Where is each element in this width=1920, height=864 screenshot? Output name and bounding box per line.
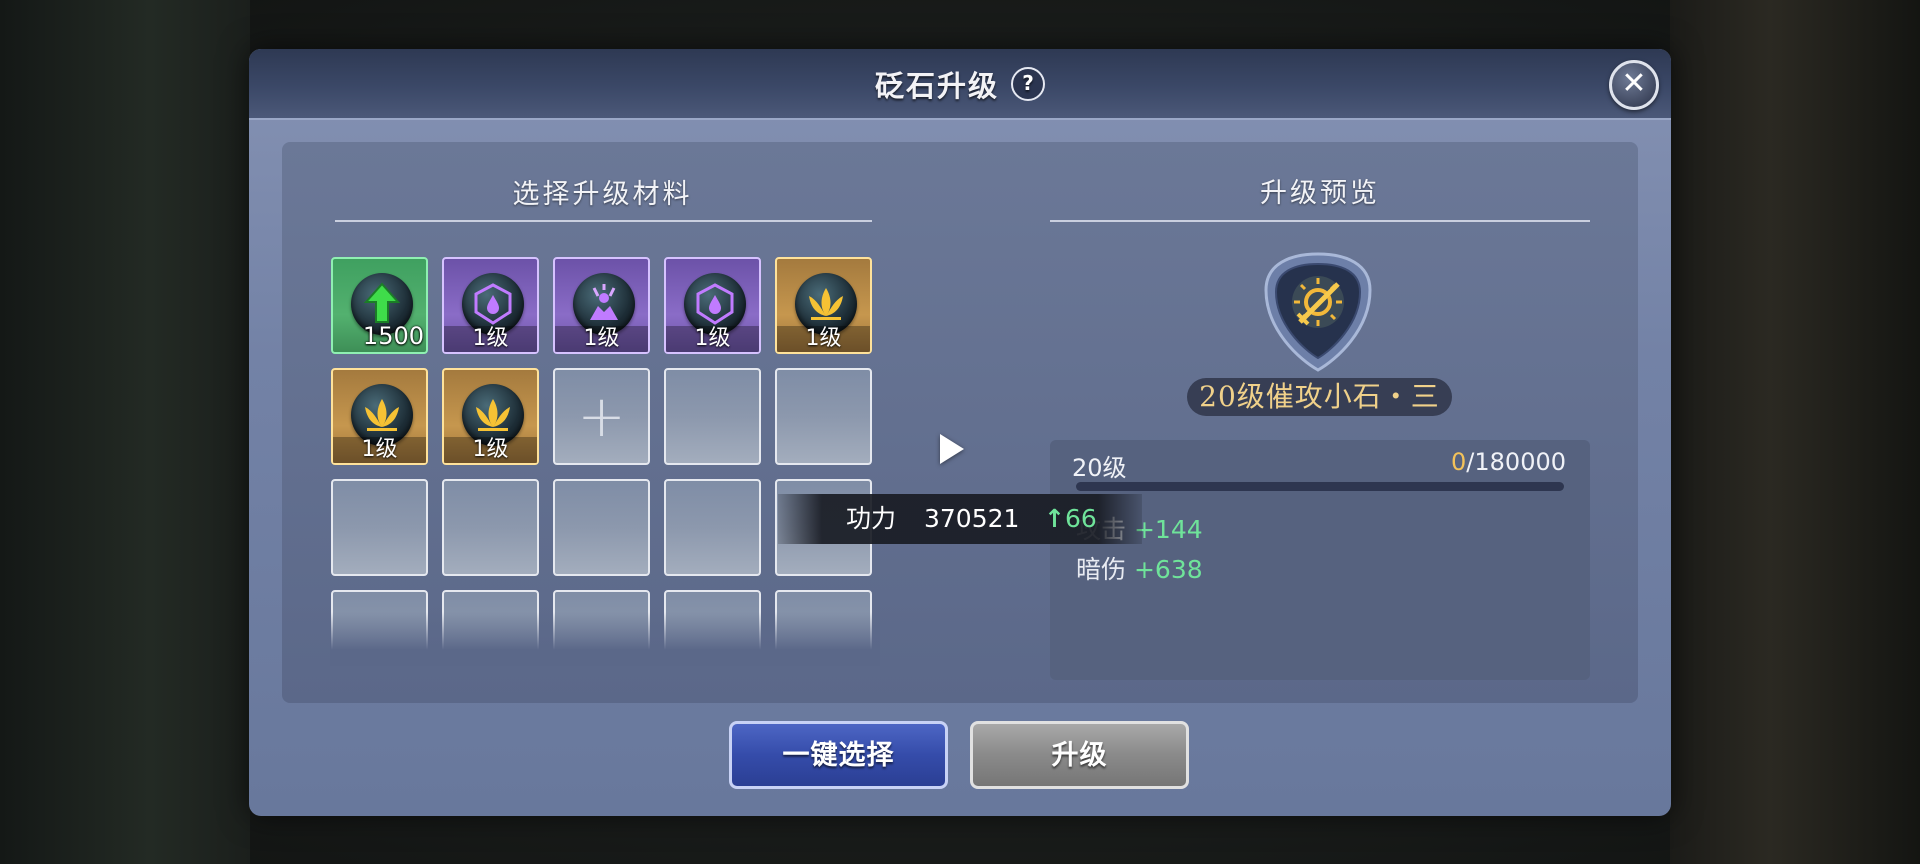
exp-max: /180000: [1466, 448, 1566, 476]
add-material-slot[interactable]: +: [553, 368, 650, 465]
material-level: 1级: [555, 326, 648, 352]
play-arrow-icon: [940, 434, 964, 464]
preview-stats-panel: 20级 0/180000 攻击 +144 暗伤 +638: [1050, 440, 1590, 680]
material-level: 1级: [666, 326, 759, 352]
material-level: 1级: [777, 326, 870, 352]
power-increase-value: 66: [1064, 504, 1097, 533]
material-slot[interactable]: 1级: [442, 257, 539, 354]
material-slot[interactable]: 1级: [664, 257, 761, 354]
preview-divider: [1050, 220, 1590, 222]
empty-slot[interactable]: [553, 479, 650, 576]
materials-divider: [335, 220, 872, 222]
material-level: 1级: [444, 437, 537, 463]
power-label: 功力: [846, 504, 897, 533]
gem-slot: [1256, 250, 1380, 374]
empty-slot[interactable]: [664, 368, 761, 465]
power-increase: ↑66: [1044, 494, 1097, 544]
power-value: 370521: [924, 504, 1020, 533]
stat-value: +638: [1133, 555, 1203, 584]
material-quantity: 1500: [362, 322, 424, 350]
stat-value: +144: [1133, 515, 1203, 544]
preview-section-title: 升级预览: [1260, 178, 1380, 209]
help-button[interactable]: ?: [1011, 67, 1045, 101]
stat-dark-damage: 暗伤 +638: [1076, 550, 1203, 586]
sun-sword-icon: [1264, 252, 1372, 372]
materials-section-title: 选择升级材料: [512, 179, 693, 210]
material-slot[interactable]: 1级: [331, 368, 428, 465]
gem-name: 20级催攻小石・三: [1187, 378, 1452, 416]
material-level: 1级: [444, 326, 537, 352]
empty-slot[interactable]: [664, 479, 761, 576]
dialog-titlebar: 砭石升级 ? ✕: [249, 49, 1671, 120]
plus-icon: +: [577, 382, 626, 450]
material-slot[interactable]: 1级: [442, 368, 539, 465]
empty-slot[interactable]: [775, 368, 872, 465]
material-slot[interactable]: 1级: [775, 257, 872, 354]
background-left: [0, 0, 250, 864]
upgrade-button[interactable]: 升级: [970, 721, 1189, 789]
close-button[interactable]: ✕: [1609, 60, 1659, 110]
grid-scroll-fade: [330, 612, 880, 666]
exp-current: 0: [1451, 448, 1467, 476]
background-right: [1670, 0, 1920, 864]
auto-select-button[interactable]: 一键选择: [729, 721, 948, 789]
materials-grid: 1500 1级 1级 1级 1级 1级 1级 +: [330, 256, 880, 666]
material-level: 1级: [333, 437, 426, 463]
gem-level: 20级: [1072, 454, 1127, 482]
exp-progress-bar: [1076, 482, 1564, 491]
dialog-title-text: 砭石升级: [874, 69, 999, 103]
empty-slot[interactable]: [331, 479, 428, 576]
material-slot[interactable]: 1500: [331, 257, 428, 354]
material-slot[interactable]: 1级: [553, 257, 650, 354]
empty-slot[interactable]: [442, 479, 539, 576]
power-tooltip: 功力 370521 ↑66: [778, 494, 1142, 544]
stat-label: 暗伤: [1076, 555, 1127, 584]
exp-readout: 0/180000: [1451, 448, 1566, 476]
up-arrow-icon: ↑: [1044, 504, 1065, 533]
dialog-title: 砭石升级 ?: [249, 63, 1671, 105]
